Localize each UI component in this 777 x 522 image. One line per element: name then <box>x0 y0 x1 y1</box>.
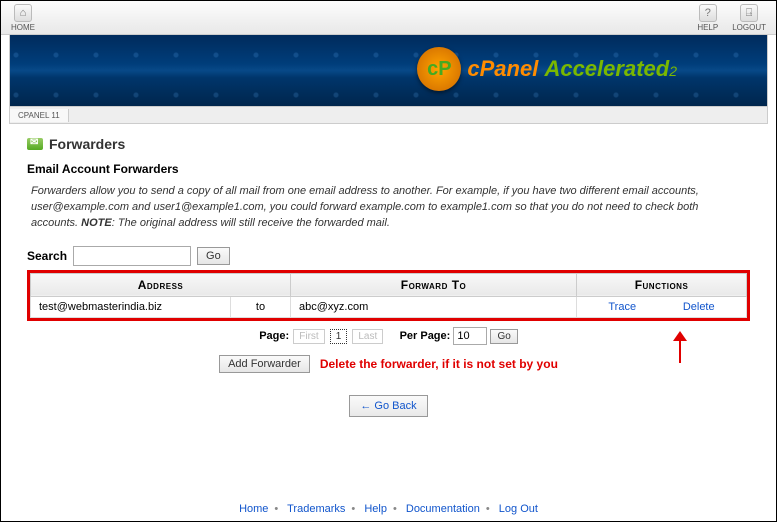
top-toolbar: ⌂ HOME ? HELP ⍈ LOGOUT <box>1 1 776 35</box>
footer-logout[interactable]: Log Out <box>499 503 538 515</box>
home-label: HOME <box>11 23 35 32</box>
search-input[interactable] <box>73 246 191 266</box>
footer-home[interactable]: Home <box>239 503 268 515</box>
col-address: Address <box>31 273 291 296</box>
help-label: HELP <box>697 23 718 32</box>
cpanel-logo-icon: cP <box>417 47 461 91</box>
forwarders-table: Address Forward To Functions test@webmas… <box>30 273 747 318</box>
main-content: Forwarders Email Account Forwarders Forw… <box>1 124 776 417</box>
table-row: test@webmasterindia.biz to abc@xyz.com T… <box>31 296 747 317</box>
delete-link[interactable]: Delete <box>683 301 715 313</box>
page-last-button[interactable]: Last <box>352 329 383 344</box>
cpanel-logo: cP cPanel Accelerated2 <box>417 47 677 91</box>
logout-icon: ⍈ <box>740 4 758 22</box>
cell-forward-to: abc@xyz.com <box>291 296 577 317</box>
tab-bar: CPANEL 11 <box>9 107 768 124</box>
brand-text-2: Accelerated <box>544 56 669 81</box>
help-icon: ? <box>699 4 717 22</box>
page-title: Forwarders <box>27 136 750 152</box>
help-button[interactable]: ? HELP <box>693 4 722 32</box>
add-forwarder-row: Add Forwarder Delete the forwarder, if i… <box>27 355 750 373</box>
brand-sub: 2 <box>669 63 677 79</box>
home-button[interactable]: ⌂ HOME <box>7 4 39 32</box>
section-heading: Email Account Forwarders <box>27 162 750 176</box>
forwarders-table-highlight: Address Forward To Functions test@webmas… <box>27 270 750 321</box>
footer-documentation[interactable]: Documentation <box>406 503 480 515</box>
go-back-button[interactable]: ← Go Back <box>349 395 427 417</box>
cell-functions: Trace Delete <box>577 296 747 317</box>
footer-help[interactable]: Help <box>364 503 387 515</box>
logout-button[interactable]: ⍈ LOGOUT <box>728 4 770 32</box>
brand-text-1: cPanel <box>467 56 538 81</box>
annotation-text: Delete the forwarder, if it is not set b… <box>320 357 558 371</box>
search-row: Search Go <box>27 246 750 266</box>
description-text: Forwarders allow you to send a copy of a… <box>31 184 746 232</box>
col-forward-to: Forward To <box>291 273 577 296</box>
pagination: Page: First 1 Last Per Page: Go <box>27 327 750 345</box>
trace-link[interactable]: Trace <box>608 301 636 313</box>
footer-nav: Home• Trademarks• Help• Documentation• L… <box>1 499 776 519</box>
footer-trademarks[interactable]: Trademarks <box>287 503 345 515</box>
perpage-label: Per Page: <box>400 330 451 342</box>
cell-address: test@webmasterindia.biz <box>31 296 231 317</box>
header-banner: cP cPanel Accelerated2 <box>9 35 768 107</box>
page-number[interactable]: 1 <box>330 329 348 344</box>
col-functions: Functions <box>577 273 747 296</box>
perpage-go-button[interactable]: Go <box>490 329 517 344</box>
add-forwarder-button[interactable]: Add Forwarder <box>219 355 310 373</box>
page-first-button[interactable]: First <box>293 329 324 344</box>
page-title-text: Forwarders <box>49 136 125 152</box>
search-go-button[interactable]: Go <box>197 247 230 265</box>
cell-to: to <box>231 296 291 317</box>
perpage-input[interactable] <box>453 327 487 345</box>
tab-cpanel11[interactable]: CPANEL 11 <box>10 109 69 122</box>
page-label: Page: <box>259 330 289 342</box>
logout-label: LOGOUT <box>732 23 766 32</box>
search-label: Search <box>27 249 67 263</box>
home-icon: ⌂ <box>14 4 32 22</box>
forwarders-icon <box>27 138 43 150</box>
